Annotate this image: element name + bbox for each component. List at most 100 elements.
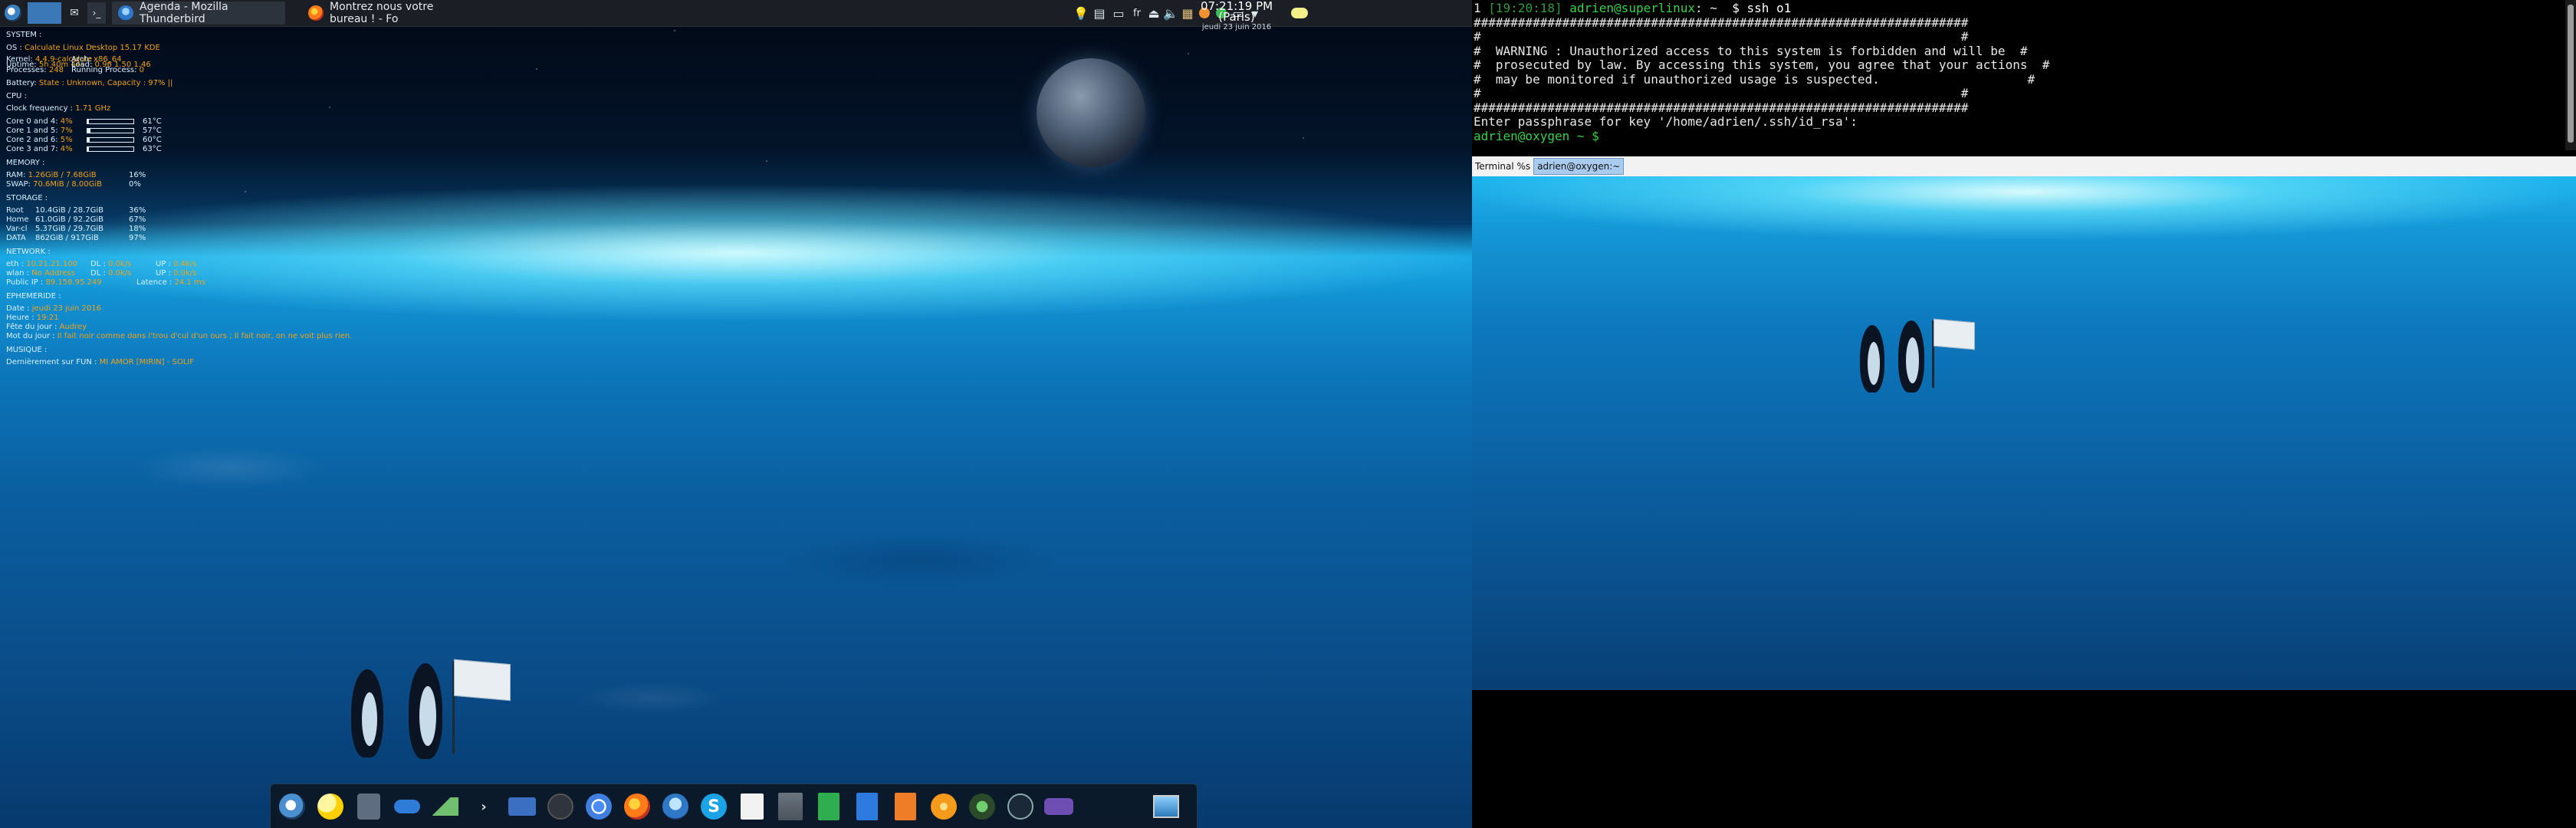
dock-presentation[interactable] — [889, 791, 922, 822]
pencil-icon — [741, 794, 764, 820]
wlan-row: wlan : No Address — [6, 269, 75, 278]
core-label: Core 2 and 6: — [6, 136, 58, 144]
core-usage-bar — [87, 128, 134, 133]
core-temp: 61°C — [143, 117, 162, 126]
dock-thunderbird[interactable] — [659, 791, 692, 822]
terminal-icon: ›_ — [92, 8, 101, 18]
right-screen: 1 [19:20:18] adrien@superlinux: ~ $ ssh … — [1472, 0, 2576, 828]
cabinet-icon — [778, 793, 803, 820]
eth-value: 10.21.21.100 — [26, 260, 77, 268]
mot-value: Il fait noir comme dans l'trou d'cul d'u… — [57, 332, 353, 340]
running-label: Running Process: — [71, 66, 137, 74]
dock-image-viewer[interactable] — [1149, 791, 1183, 822]
core-label: Core 3 and 7: — [6, 145, 58, 153]
core-pct: 5% — [60, 136, 73, 144]
dock-chromium[interactable] — [582, 791, 616, 822]
dock-app-menu[interactable] — [275, 791, 309, 822]
cpu-header: CPU : — [6, 92, 27, 100]
prompt-number: 1 — [1474, 1, 1481, 15]
scrollbar-thumb[interactable] — [2568, 5, 2574, 143]
tab-oxygen[interactable]: adrien@oxygen:~ — [1533, 158, 1625, 175]
desktop-pager-1[interactable] — [28, 2, 61, 24]
storage-pct: 97% — [129, 234, 146, 242]
eth-up: UP : 0.4k/s — [156, 260, 196, 268]
penguins-with-flag — [337, 656, 514, 763]
banner-blank-2: # # — [1474, 86, 1969, 100]
app-menu-button[interactable] — [2, 2, 25, 24]
battery-value: State : Unknown, Capacity : 97% || — [38, 79, 173, 87]
dock-system-monitor[interactable] — [429, 791, 462, 822]
public-ip-label: Public IP : — [6, 278, 44, 287]
core-pct: 7% — [60, 127, 73, 135]
clock-frequency-row: Clock frequency : 1.71 GHz — [6, 104, 110, 113]
clock-time: 07:21:19 PM (Paris) — [1200, 0, 1273, 24]
left-desktop: ✉ ›_ Agenda - Mozilla Thunderbird Montre… — [0, 0, 1472, 828]
dock-mail[interactable] — [505, 791, 539, 822]
firefox-icon — [624, 794, 650, 820]
swap-row: SWAP: 70.6MiB / 8.00GiB — [6, 180, 102, 189]
terminal-tab-bar: Terminal %s adrien@oxygen:~ — [1472, 156, 2576, 176]
storage-row: Home — [6, 215, 29, 224]
dock-game-emulator[interactable] — [1042, 791, 1076, 822]
desktop-pager-3[interactable]: ›_ — [87, 2, 106, 24]
mot-label: Mot du jour : — [6, 332, 55, 340]
terminal-icon: › — [481, 798, 487, 815]
terminal-scrollbar[interactable] — [2565, 0, 2576, 150]
mail-icon: ✉ — [70, 7, 79, 19]
dock-stellarium[interactable] — [314, 791, 347, 822]
processes-row: Processes: 248 — [6, 66, 64, 74]
public-ip-row: Public IP : 89.158.95.249 — [6, 278, 102, 287]
desktop-pager-2[interactable]: ✉ — [63, 2, 86, 24]
processes-label: Processes: — [6, 66, 47, 74]
lightbulb-icon[interactable]: 💡 — [1072, 0, 1090, 26]
task-firefox[interactable] — [172, 2, 291, 25]
dock-settings[interactable] — [390, 791, 424, 822]
dock-terminal[interactable]: › — [467, 791, 501, 822]
mot-row: Mot du jour : Il fait noir comme dans l'… — [6, 332, 352, 340]
core-usage-fill — [87, 129, 91, 133]
terminal-window[interactable]: 1 [19:20:18] adrien@superlinux: ~ $ ssh … — [1472, 0, 2576, 158]
latency-row: Latence : 24.1 ms — [136, 278, 205, 287]
dock-obs[interactable] — [544, 791, 577, 822]
dock-skype[interactable]: S — [697, 791, 731, 822]
volume-icon[interactable]: 🔈 — [1162, 0, 1179, 26]
top-panel: ✉ ›_ Agenda - Mozilla Thunderbird Montre… — [0, 0, 1472, 31]
starfield — [0, 0, 1472, 290]
presentation-icon — [895, 793, 916, 820]
prompt-sep: : — [1695, 1, 1703, 15]
core-temp: 57°C — [143, 127, 162, 135]
dock-vlc[interactable] — [927, 791, 961, 822]
dock-steam[interactable] — [1004, 791, 1037, 822]
keyboard-layout-fr[interactable]: fr — [1129, 0, 1145, 26]
network-icon[interactable]: ⏏ — [1145, 0, 1162, 26]
weather-icon[interactable] — [1288, 0, 1311, 26]
musique-header: MUSIQUE : — [6, 346, 48, 354]
panel-clock[interactable]: 07:21:19 PM (Paris) jeudi 23 juin 2016 — [1187, 1, 1286, 33]
task-firefox-tab[interactable]: Montrez nous votre bureau ! - Fo — [302, 1, 480, 25]
clipboard-icon[interactable]: ▤ — [1090, 0, 1109, 26]
dock: › S — [270, 784, 1198, 828]
core-row: Core 3 and 7: 4% — [6, 145, 73, 153]
dock-firefox[interactable] — [620, 791, 654, 822]
dock-file-manager[interactable] — [774, 791, 807, 822]
ice-surface — [0, 330, 1472, 828]
app-menu-icon — [5, 5, 21, 21]
banner-line-2: # prosecuted by law. By accessing this s… — [1474, 58, 2050, 72]
os-label: OS : — [6, 44, 22, 52]
battery-icon[interactable]: ▭ — [1109, 0, 1129, 26]
heure-row: Heure : 19:21 — [6, 314, 59, 322]
latency-label: Latence : — [136, 278, 172, 287]
storage-label: DATA — [6, 234, 26, 242]
fun-label: Dernièrement sur FUN : — [6, 358, 97, 366]
penguins-with-flag — [1855, 314, 1986, 399]
tab-terminal[interactable]: Terminal %s — [1472, 159, 1533, 174]
storage-value: 10.4GiB / 28.7GiB — [35, 206, 104, 215]
core-usage-bar — [87, 119, 134, 124]
core-usage-fill — [87, 138, 90, 142]
dock-text-editor[interactable] — [735, 791, 769, 822]
dock-spreadsheet[interactable] — [812, 791, 846, 822]
dock-writer[interactable] — [850, 791, 884, 822]
dock-calculator[interactable] — [352, 791, 386, 822]
core-usage-bar — [87, 137, 134, 143]
dock-gimp[interactable] — [965, 791, 999, 822]
